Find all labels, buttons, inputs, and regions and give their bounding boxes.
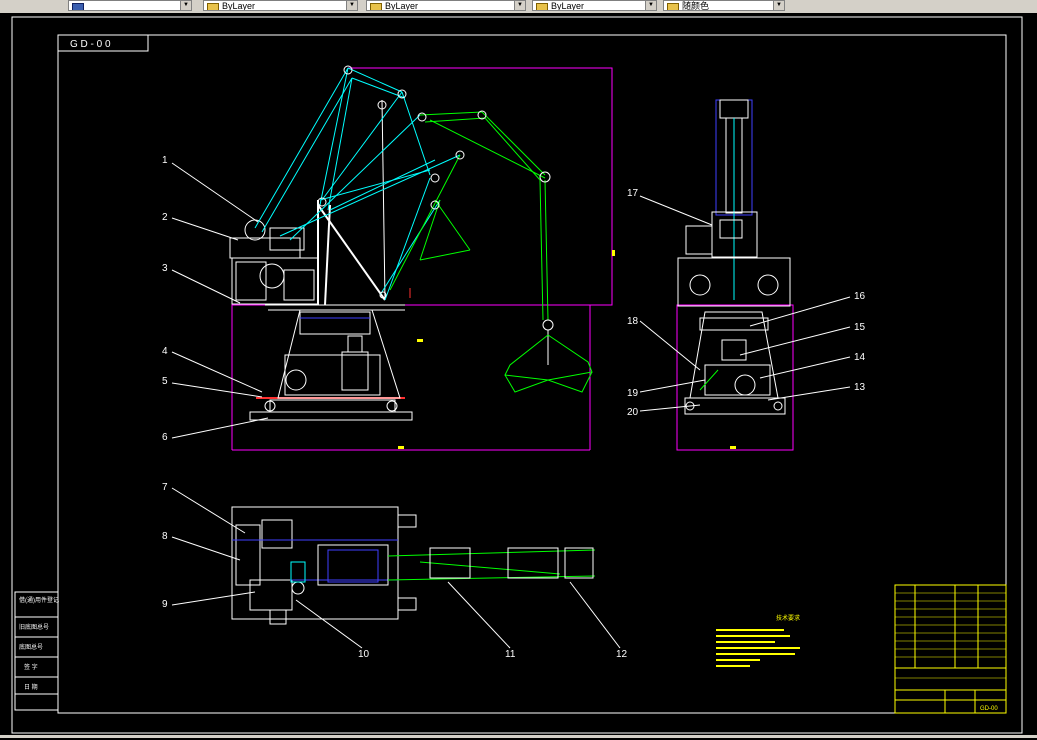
callout-11: 11 [505, 649, 516, 660]
title-block [894, 584, 1007, 714]
linetype-swatch-icon [370, 3, 382, 10]
drawing-code-box: G D - 0 0 [57, 34, 149, 52]
plotstyle-dropdown-label: 随颜色 [682, 1, 710, 11]
chevron-down-icon: ▼ [773, 1, 784, 10]
left-stamp-table [14, 591, 59, 711]
tech-title: 技术要求 [776, 614, 800, 622]
stamp-row-3: 底图总号 [19, 643, 43, 651]
drawing-canvas[interactable]: G D - 0 0 借(通)用件登记 旧底图总号 底图总号 签 字 日 期 1 … [0, 13, 1037, 735]
cad-drawing: G D - 0 0 借(通)用件登记 旧底图总号 底图总号 签 字 日 期 1 … [11, 16, 1023, 734]
technical-requirements: 技术要求 [716, 614, 800, 667]
drawing-frame [57, 34, 1007, 714]
callout-13: 13 [854, 382, 866, 393]
callout-labels: 1 2 3 4 5 6 17 16 15 14 13 18 19 20 7 8 … [162, 155, 866, 660]
linetype-dropdown[interactable]: ByLayer ▼ [366, 0, 526, 11]
chevron-down-icon: ▼ [514, 1, 525, 10]
chevron-down-icon: ▼ [180, 1, 191, 10]
stamp-row-2: 旧底图总号 [19, 623, 49, 631]
callout-10: 10 [358, 649, 370, 660]
lineweight-swatch-icon [536, 3, 548, 10]
callout-15: 15 [854, 322, 866, 333]
titleblock-code: GD-00 [980, 706, 998, 712]
callout-7: 7 [162, 482, 168, 493]
callout-leaders [171, 162, 851, 649]
linetype-dropdown-label: ByLayer [385, 1, 419, 11]
color-dropdown[interactable]: ByLayer ▼ [203, 0, 358, 11]
callout-1: 1 [162, 155, 168, 166]
callout-12: 12 [616, 649, 628, 660]
top-view [231, 506, 596, 625]
callout-5: 5 [162, 376, 168, 387]
sheet-border [11, 16, 1023, 734]
stamp-row-5: 日 期 [24, 683, 38, 691]
stamp-row-4: 签 字 [24, 663, 38, 671]
front-view [229, 65, 615, 451]
stamp-row-1: 借(通)用件登记 [19, 596, 59, 604]
callout-20: 20 [627, 407, 639, 418]
layer-dropdown[interactable]: ▼ [68, 0, 192, 11]
chevron-down-icon: ▼ [346, 1, 357, 10]
lineweight-dropdown-label: ByLayer [551, 1, 585, 11]
callout-14: 14 [854, 352, 866, 363]
layer-swatch-icon [72, 3, 84, 10]
callout-3: 3 [162, 263, 168, 274]
plotstyle-swatch-icon [667, 3, 679, 10]
lineweight-dropdown[interactable]: ByLayer ▼ [532, 0, 657, 11]
drawing-code: G D - 0 0 [70, 39, 111, 50]
callout-4: 4 [162, 346, 168, 357]
color-swatch-icon [207, 3, 219, 10]
callout-6: 6 [162, 432, 168, 443]
callout-17-side: 17 [627, 188, 639, 199]
chevron-down-icon: ▼ [645, 1, 656, 10]
callout-19: 19 [627, 388, 639, 399]
side-view [676, 99, 794, 451]
callout-18: 18 [627, 316, 639, 327]
plotstyle-dropdown[interactable]: 随颜色 ▼ [663, 0, 785, 11]
properties-toolbar: ▼ ByLayer ▼ ByLayer ▼ ByLayer ▼ 随颜色 ▼ [0, 0, 1037, 14]
callout-2: 2 [162, 212, 168, 223]
callout-9: 9 [162, 599, 168, 610]
callout-8: 8 [162, 531, 168, 542]
color-dropdown-label: ByLayer [222, 1, 256, 11]
callout-16: 16 [854, 291, 866, 302]
